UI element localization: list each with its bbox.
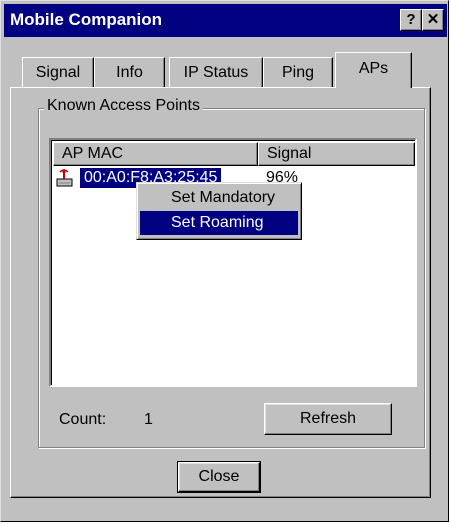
tab-aps[interactable]: APs	[335, 52, 412, 88]
access-point-list[interactable]: AP MAC Signal 00:A0:F8:A3:25:45 96%	[49, 138, 417, 387]
help-button[interactable]: ?	[400, 9, 422, 31]
count-value: 1	[144, 411, 153, 428]
close-window-button[interactable]: ✕	[422, 9, 444, 31]
tab-ping[interactable]: Ping	[263, 57, 333, 88]
column-header-signal[interactable]: Signal	[258, 142, 415, 166]
refresh-button[interactable]: Refresh	[264, 403, 392, 435]
access-point-icon	[54, 168, 76, 188]
tab-info[interactable]: Info	[94, 57, 165, 88]
count-label: Count:	[59, 411, 107, 428]
menu-item-set-mandatory[interactable]: Set Mandatory	[140, 186, 298, 210]
window-title: Mobile Companion	[10, 10, 163, 29]
title-bar[interactable]: Mobile Companion ? ✕	[4, 4, 447, 37]
close-button[interactable]: Close	[177, 461, 261, 493]
menu-item-set-roaming[interactable]: Set Roaming	[140, 211, 298, 235]
tab-signal[interactable]: Signal	[22, 57, 94, 88]
column-header-ap-mac[interactable]: AP MAC	[53, 142, 258, 166]
context-menu: Set Mandatory Set Roaming	[136, 182, 302, 240]
tab-ip-status[interactable]: IP Status	[169, 57, 263, 88]
group-label: Known Access Points	[44, 97, 203, 115]
